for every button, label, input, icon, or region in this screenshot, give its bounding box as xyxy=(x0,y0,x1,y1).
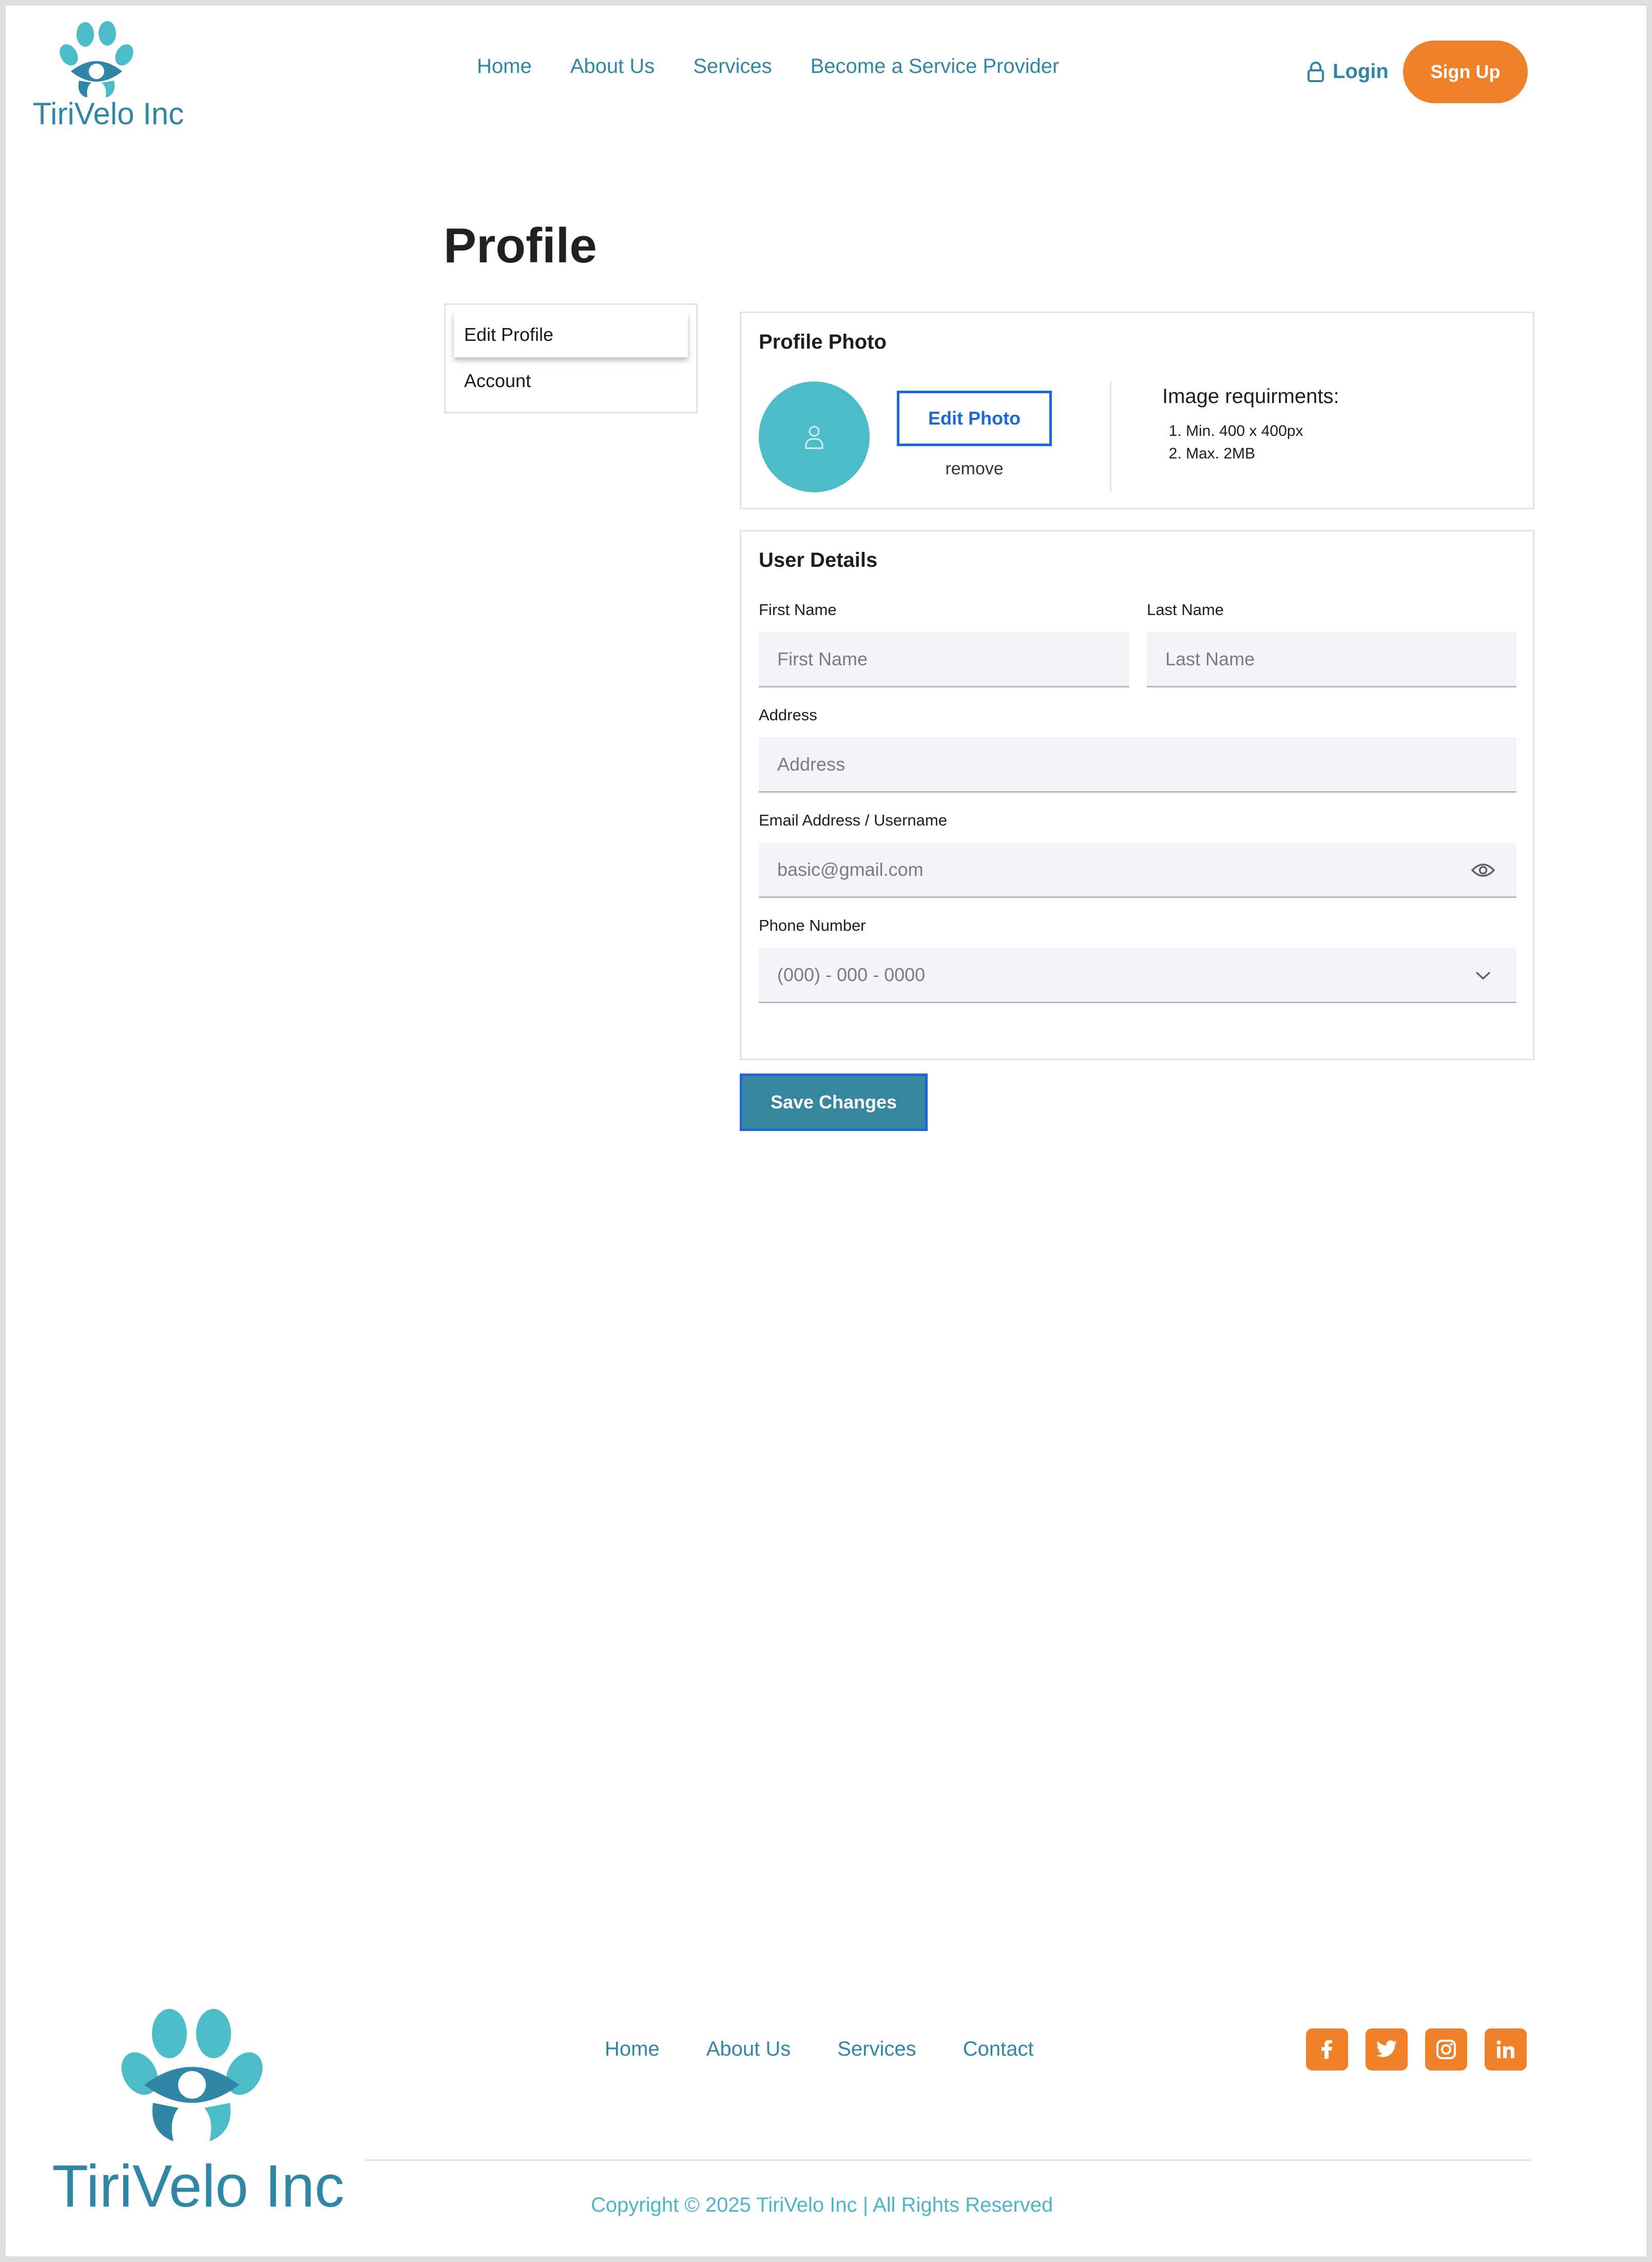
last-name-field[interactable] xyxy=(1147,632,1516,687)
footer-nav-home[interactable]: Home xyxy=(605,2038,660,2061)
facebook-icon xyxy=(1321,2040,1332,2059)
image-requirements-list: Min. 400 x 400px Max. 2MB xyxy=(1162,420,1303,465)
phone-field[interactable] xyxy=(759,948,1516,1003)
header-logo[interactable]: TiriVelo Inc xyxy=(24,20,193,133)
profile-photo-card: Profile Photo Edit Photo remove Image re… xyxy=(740,312,1534,509)
page-title: Profile xyxy=(444,218,597,273)
address-label: Address xyxy=(759,706,817,724)
edit-photo-button[interactable]: Edit Photo xyxy=(897,391,1052,446)
first-name-field[interactable] xyxy=(759,632,1129,687)
facebook-link[interactable] xyxy=(1306,2028,1348,2071)
user-icon xyxy=(805,426,823,449)
divider xyxy=(1110,381,1111,492)
side-menu-edit-profile[interactable]: Edit Profile xyxy=(454,312,688,357)
save-changes-button[interactable]: Save Changes xyxy=(740,1074,928,1131)
header-logo-text: TiriVelo Inc xyxy=(32,97,184,131)
footer-nav-contact[interactable]: Contact xyxy=(963,2038,1034,2061)
first-name-label: First Name xyxy=(759,601,837,619)
address-field[interactable] xyxy=(759,737,1516,793)
nav-services[interactable]: Services xyxy=(693,55,772,78)
twitter-link[interactable] xyxy=(1366,2028,1408,2071)
page: TiriVelo Inc Home About Us Services Beco… xyxy=(6,6,1646,2256)
user-details-title: User Details xyxy=(759,549,878,571)
requirement-item: Min. 400 x 400px xyxy=(1186,420,1303,443)
phone-country-dropdown[interactable] xyxy=(1468,965,1499,986)
copyright-text: Copyright © 2025 TiriVelo Inc | All Righ… xyxy=(591,2194,1053,2216)
linkedin-link[interactable] xyxy=(1485,2028,1527,2071)
signup-button[interactable]: Sign Up xyxy=(1403,41,1528,103)
last-name-label: Last Name xyxy=(1147,601,1224,619)
phone-label: Phone Number xyxy=(759,916,866,934)
footer-logo-text: TiriVelo Inc xyxy=(52,2153,344,2219)
avatar[interactable] xyxy=(759,381,870,492)
toggle-visibility-button[interactable] xyxy=(1468,858,1499,883)
chevron-down-icon xyxy=(1475,971,1491,980)
login-link[interactable]: Login xyxy=(1307,60,1389,83)
email-label: Email Address / Username xyxy=(759,811,947,829)
image-requirements-title: Image requirments: xyxy=(1162,385,1339,408)
side-menu-account[interactable]: Account xyxy=(454,358,688,404)
footer-nav-services[interactable]: Services xyxy=(837,2038,916,2061)
remove-photo-link[interactable]: remove xyxy=(897,459,1052,479)
requirement-item: Max. 2MB xyxy=(1186,443,1303,465)
footer-nav-about-us[interactable]: About Us xyxy=(706,2038,791,2061)
linkedin-icon xyxy=(1496,2040,1514,2058)
email-field[interactable] xyxy=(759,842,1516,898)
header-nav: Home About Us Services Become a Service … xyxy=(477,55,1098,78)
login-label: Login xyxy=(1333,60,1389,83)
profile-photo-title: Profile Photo xyxy=(759,331,887,353)
footer-nav: Home About Us Services Contact xyxy=(605,2038,1080,2061)
nav-about-us[interactable]: About Us xyxy=(570,55,655,78)
eye-icon xyxy=(1471,864,1495,877)
lock-icon xyxy=(1308,61,1324,82)
paw-eye-logo-icon xyxy=(60,21,133,98)
instagram-link[interactable] xyxy=(1425,2028,1467,2071)
twitter-icon xyxy=(1376,2040,1397,2057)
paw-eye-logo-icon xyxy=(121,2009,263,2141)
nav-become-provider[interactable]: Become a Service Provider xyxy=(811,55,1060,78)
nav-home[interactable]: Home xyxy=(477,55,532,78)
footer-divider xyxy=(365,2159,1531,2161)
user-details-card: User Details First Name Last Name Addres… xyxy=(740,530,1534,1060)
profile-side-menu: Edit Profile Account xyxy=(444,303,698,413)
footer-logo[interactable]: TiriVelo Inc xyxy=(39,1998,357,2219)
instagram-icon xyxy=(1436,2040,1456,2059)
